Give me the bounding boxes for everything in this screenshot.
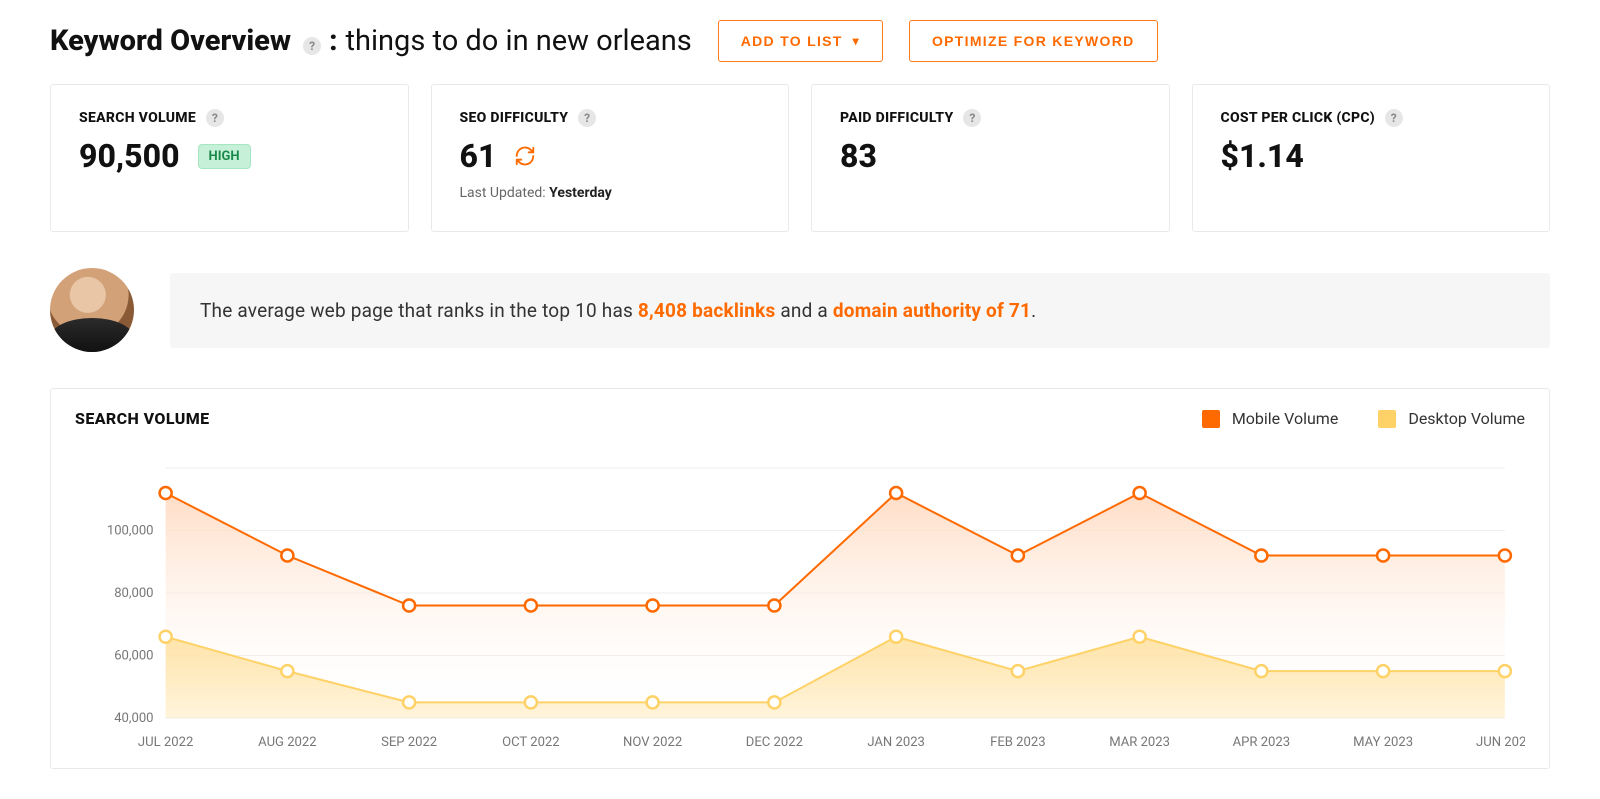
last-updated-label: Last Updated: [460,185,546,201]
svg-text:80,000: 80,000 [114,586,153,601]
svg-text:MAY 2023: MAY 2023 [1353,735,1413,750]
svg-text:JUL 2022: JUL 2022 [138,735,193,750]
card-label-text: SEO DIFFICULTY [460,110,569,126]
svg-text:SEP 2022: SEP 2022 [381,735,437,750]
svg-text:40,000: 40,000 [114,711,153,726]
legend-desktop-label: Desktop Volume [1408,409,1525,428]
cpc-value: $1.14 [1221,137,1304,175]
help-icon[interactable]: ? [303,37,321,55]
chart-svg: 40,000 60,000 80,000 100,000 JUL 2022 AUG 20… [75,438,1525,758]
callout-backlinks: 8,408 backlinks [638,299,776,322]
legend-swatch-desktop [1378,410,1396,428]
svg-text:JAN 2023: JAN 2023 [867,735,925,750]
last-updated: Last Updated: Yesterday [460,185,761,201]
help-icon[interactable]: ? [206,109,224,127]
page-title: Keyword Overview ? : things to do in new… [50,24,692,58]
page-header: Keyword Overview ? : things to do in new… [50,20,1550,62]
search-volume-value: 90,500 [79,137,180,175]
callout-mid: and a [775,299,832,322]
add-to-list-label: ADD TO LIST [741,33,843,49]
seo-difficulty-value: 61 [460,137,497,175]
legend-mobile[interactable]: Mobile Volume [1202,409,1339,428]
svg-text:60,000: 60,000 [114,649,153,664]
card-paid-difficulty: PAID DIFFICULTY ? 83 [811,84,1170,232]
legend-swatch-mobile [1202,410,1220,428]
card-label: COST PER CLICK (CPC) ? [1221,109,1522,127]
legend-desktop[interactable]: Desktop Volume [1378,409,1525,428]
callout-da: domain authority of 71 [833,299,1031,322]
card-label-text: PAID DIFFICULTY [840,110,953,126]
chevron-down-icon: ▾ [853,34,860,48]
help-icon[interactable]: ? [578,109,596,127]
title-prefix: Keyword Overview [50,24,291,58]
card-label-text: COST PER CLICK (CPC) [1221,110,1375,126]
callout-pre: The average web page that ranks in the t… [200,299,638,322]
svg-text:DEC 2022: DEC 2022 [746,735,803,750]
card-label-text: SEARCH VOLUME [79,110,196,126]
card-cpc: COST PER CLICK (CPC) ? $1.14 [1192,84,1551,232]
svg-text:FEB 2023: FEB 2023 [990,735,1045,750]
card-seo-difficulty: SEO DIFFICULTY ? 61 Last Updated: Yester… [431,84,790,232]
insight-callout: The average web page that ranks in the t… [50,268,1550,352]
metric-cards: SEARCH VOLUME ? 90,500 HIGH SEO DIFFICUL… [50,84,1550,232]
legend-mobile-label: Mobile Volume [1232,409,1339,428]
chart-area: 40,000 60,000 80,000 100,000 JUL 2022 AUG 20… [75,438,1525,758]
callout-text: The average web page that ranks in the t… [170,273,1550,348]
svg-text:NOV 2022: NOV 2022 [623,735,682,750]
svg-text:MAR 2023: MAR 2023 [1109,735,1170,750]
last-updated-value: Yesterday [549,185,612,201]
avatar [50,268,134,352]
card-label: SEO DIFFICULTY ? [460,109,761,127]
volume-badge: HIGH [198,144,251,169]
help-icon[interactable]: ? [963,109,981,127]
card-label: PAID DIFFICULTY ? [840,109,1141,127]
svg-text:JUN 2023: JUN 2023 [1476,735,1525,750]
keyword-text: things to do in new orleans [346,24,692,58]
chart-card: SEARCH VOLUME Mobile Volume Desktop Volu… [50,388,1550,769]
optimize-label: OPTIMIZE FOR KEYWORD [932,33,1135,49]
svg-text:OCT 2022: OCT 2022 [502,735,560,750]
svg-text:100,000: 100,000 [107,524,154,539]
optimize-button[interactable]: OPTIMIZE FOR KEYWORD [909,20,1158,62]
card-label: SEARCH VOLUME ? [79,109,380,127]
chart-legend: Mobile Volume Desktop Volume [1202,409,1525,428]
chart-title: SEARCH VOLUME [75,409,210,428]
callout-post: . [1031,299,1036,322]
chart-header: SEARCH VOLUME Mobile Volume Desktop Volu… [75,409,1525,428]
add-to-list-button[interactable]: ADD TO LIST ▾ [718,20,883,62]
help-icon[interactable]: ? [1385,109,1403,127]
card-search-volume: SEARCH VOLUME ? 90,500 HIGH [50,84,409,232]
title-separator: : [329,24,337,58]
svg-text:APR 2023: APR 2023 [1233,735,1290,750]
svg-text:AUG 2022: AUG 2022 [258,735,316,750]
refresh-icon[interactable] [514,145,536,167]
paid-difficulty-value: 83 [840,137,877,175]
